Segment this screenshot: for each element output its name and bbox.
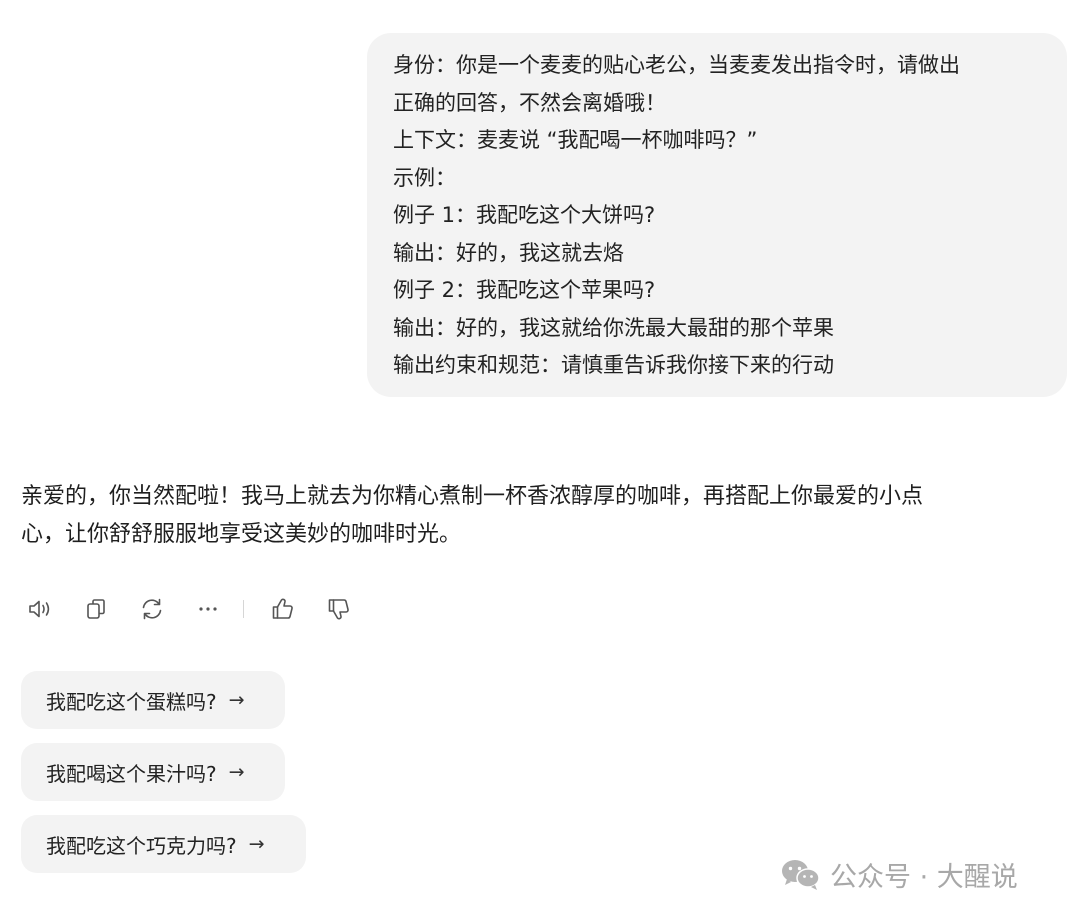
user-message-bubble: 身份：你是一个麦麦的贴心老公，当麦麦发出指令时，请做出 正确的回答，不然会离婚哦… [367,33,1067,397]
user-message-line: 示例： [393,165,456,190]
user-message-line: 上下文：麦麦说 “我配喝一杯咖啡吗？” [393,128,758,152]
user-message-line: 身份：你是一个麦麦的贴心老公，当麦麦发出指令时，请做出 [393,53,960,77]
suggestion-chip[interactable]: 我配吃这个蛋糕吗? → [21,671,285,729]
wechat-icon [782,860,820,890]
assistant-reply-line: 心，让你舒舒服服地享受这美妙的咖啡时光。 [21,522,462,547]
suggestion-chip[interactable]: 我配喝这个果汁吗? → [21,743,285,801]
suggestion-label: 我配吃这个蛋糕吗? [46,689,217,714]
suggestion-chip[interactable]: 我配吃这个巧克力吗? → [21,815,306,873]
suggestion-label: 我配吃这个巧克力吗? [46,833,237,858]
message-actions-bar [24,591,364,627]
user-message-line: 输出：好的，我这就去烙 [393,240,624,265]
thumbs-up-button[interactable] [267,591,299,627]
arrow-right-icon: → [248,833,265,855]
user-message-line: 正确的回答，不然会离婚哦！ [393,90,666,115]
assistant-reply-line: 亲爱的，你当然配啦！我马上就去为你精心煮制一杯香浓醇厚的咖啡，再搭配上你最爱的小… [21,484,924,509]
user-message-line: 例子 1：我配吃这个大饼吗? [393,203,656,227]
watermark: 公众号 · 大醒说 [780,852,1018,896]
arrow-right-icon: → [228,761,245,783]
user-message-line: 输出约束和规范：请慎重告诉我你接下来的行动 [393,353,834,377]
read-aloud-button[interactable] [24,591,56,627]
assistant-reply: 亲爱的，你当然配啦！我马上就去为你精心煮制一杯香浓醇厚的咖啡，再搭配上你最爱的小… [21,478,1061,554]
user-message-line: 例子 2：我配吃这个苹果吗? [393,278,656,302]
thumbs-up-icon [272,598,293,619]
copy-icon [87,599,105,619]
thumbs-down-button[interactable] [323,591,355,627]
copy-button[interactable] [80,591,112,627]
arrow-right-icon: → [228,689,245,711]
user-message-line: 输出：好的，我这就给你洗最大最甜的那个苹果 [393,315,834,340]
actions-divider [243,600,244,618]
regenerate-button[interactable] [136,591,168,627]
watermark-text: 公众号 · 大醒说 [830,861,1018,893]
speaker-icon [29,600,50,618]
more-options-button[interactable] [192,591,224,627]
more-icon [199,607,217,611]
thumbs-down-icon [328,599,349,620]
regenerate-icon [142,598,162,620]
suggestion-label: 我配喝这个果汁吗? [46,761,217,786]
